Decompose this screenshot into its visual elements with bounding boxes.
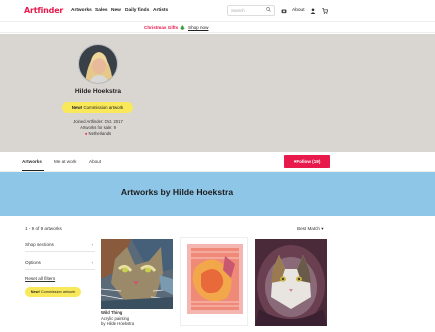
follow-button[interactable]: ♥Follow (19) (284, 155, 330, 168)
promo-text: Christmas Gifts 🎄 (144, 25, 186, 30)
artwork-artist[interactable]: by Hilde Hoekstra (101, 321, 134, 326)
artfinder-logo[interactable]: Artfinder (24, 6, 63, 15)
artworks-for-sale: Artworks for sale: 9 (80, 125, 116, 130)
reset-filters-link[interactable]: Reset all filters (25, 276, 55, 281)
filter-shop-sections-label: Shop sections (25, 242, 54, 247)
user-icon[interactable] (310, 8, 316, 14)
commission-artwork-button[interactable]: New! Commission artwork (62, 102, 133, 113)
nav-artworks[interactable]: Artworks (71, 8, 92, 13)
filter-options[interactable]: Options › (25, 255, 95, 270)
location-pin-icon: ● (84, 131, 88, 136)
artist-name: Hilde Hoekstra (74, 88, 122, 95)
badge-label: Commission artwork (40, 290, 76, 294)
cart-icon[interactable] (322, 8, 328, 14)
tab-me-at-work[interactable]: Me at work (54, 159, 76, 164)
top-navigation (0, 0, 435, 22)
filter-options-label: Options (25, 260, 41, 265)
nav-sales[interactable]: Sales (95, 8, 108, 13)
badge-new-label: New! (30, 290, 40, 294)
nav-about[interactable]: About (292, 8, 305, 13)
nav-daily-finds[interactable]: Daily finds (125, 8, 149, 13)
artwork-image[interactable] (180, 237, 248, 326)
commission-label: Commission artwork (83, 105, 124, 110)
avatar (78, 44, 118, 84)
promo-bar (0, 22, 435, 33)
chevron-right-icon: › (91, 260, 93, 265)
artworks-title: Artworks by Hilde Hoekstra (120, 187, 234, 197)
active-tab-indicator (22, 170, 44, 171)
commission-badge[interactable]: New! Commission artwork (25, 287, 81, 297)
location: ● Netherlands (50, 131, 146, 136)
promo-shop-now-link[interactable]: Shop now (188, 25, 208, 30)
joined-date: Joined Artfinder: Oct. 2017 (73, 119, 123, 124)
follow-label: Follow (19) (296, 159, 321, 164)
artwork-image[interactable] (255, 239, 327, 326)
results-count: 1 - 9 of 9 artworks (25, 226, 62, 231)
sort-dropdown[interactable]: Best Match ▾ (297, 226, 324, 232)
chevron-right-icon: › (91, 242, 93, 247)
commission-new-label: New! (71, 105, 83, 110)
camera-icon[interactable] (281, 8, 287, 14)
artwork-image[interactable] (101, 239, 173, 309)
artwork-title[interactable]: Wild Thing (101, 310, 122, 315)
search-placeholder: Search (231, 8, 245, 13)
tab-about[interactable]: About (89, 159, 101, 164)
filter-shop-sections[interactable]: Shop sections › (25, 237, 95, 252)
search-icon[interactable] (266, 7, 271, 12)
location-text: Netherlands (88, 131, 112, 136)
nav-new[interactable]: New (111, 8, 121, 13)
nav-artists[interactable]: Artists (153, 8, 168, 13)
tab-artworks[interactable]: Artworks (22, 159, 42, 164)
